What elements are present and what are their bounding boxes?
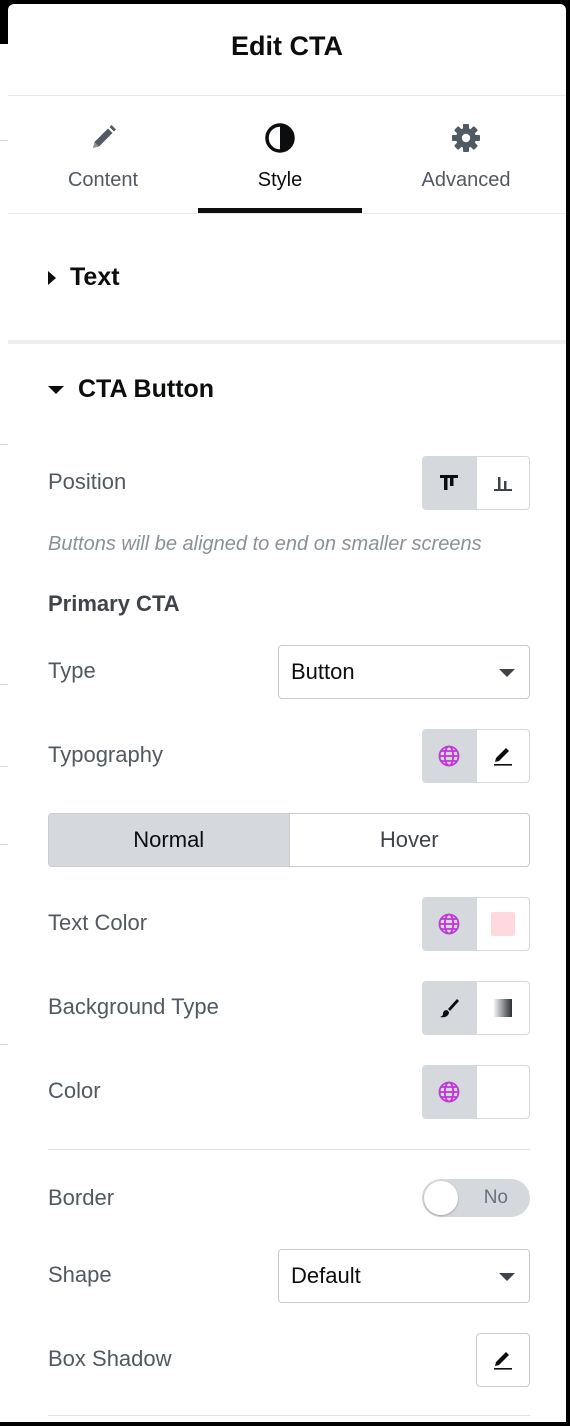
editor-panel: Edit CTA Content Style Advanced Text CTA…: [8, 4, 566, 1422]
panel-tabs: Content Style Advanced: [8, 96, 566, 214]
section-cta-button: CTA Button Position Buttons will be alig: [8, 344, 566, 1422]
color-label: Color: [48, 1078, 101, 1103]
typography-global-button[interactable]: [423, 730, 476, 782]
brush-icon: [440, 999, 460, 1018]
canvas-edge: [0, 44, 8, 1422]
border-toggle[interactable]: No: [422, 1179, 530, 1217]
tab-advanced[interactable]: Advanced: [384, 96, 548, 213]
tab-style[interactable]: Style: [198, 96, 362, 213]
toggle-knob: [424, 1181, 458, 1215]
state-tabs: Normal Hover: [48, 813, 530, 867]
text-color-control: [422, 897, 530, 951]
border-label: Border: [48, 1185, 115, 1210]
globe-icon: [438, 1081, 460, 1103]
position-top-option[interactable]: [423, 457, 476, 509]
position-note: Buttons will be aligned to end on smalle…: [48, 533, 482, 555]
caret-down-icon: [48, 385, 64, 394]
text-color-picker[interactable]: [475, 898, 530, 950]
position-control: [422, 456, 530, 510]
tab-advanced-label: Advanced: [421, 169, 511, 191]
align-bottom-icon: [493, 477, 512, 491]
tab-style-label: Style: [257, 169, 303, 191]
text-color-global-button[interactable]: [423, 898, 476, 950]
position-label: Position: [48, 469, 127, 494]
section-text-label: Text: [70, 263, 120, 291]
typography-edit-button[interactable]: [475, 730, 530, 782]
background-type-control: [422, 981, 530, 1035]
gradient-icon: [493, 999, 512, 1017]
tab-content-label: Content: [67, 169, 139, 191]
pencil-icon: [493, 748, 512, 766]
panel-header: Edit CTA: [8, 4, 566, 96]
state-tab-hover[interactable]: Hover: [288, 814, 530, 866]
box-shadow-edit-button[interactable]: [476, 1333, 530, 1387]
box-shadow-label: Box Shadow: [48, 1346, 172, 1371]
type-label: Type: [48, 658, 96, 683]
section-cta-label: CTA Button: [78, 375, 215, 403]
primary-cta-heading: Primary CTA: [48, 591, 180, 616]
border-toggle-label: No: [483, 1187, 508, 1208]
background-gradient-option[interactable]: [475, 982, 530, 1034]
tab-content[interactable]: Content: [21, 96, 185, 213]
globe-icon: [438, 913, 460, 935]
caret-right-icon: [48, 270, 56, 285]
divider: [48, 1149, 530, 1150]
pencil-icon: [93, 125, 116, 148]
text-color-label: Text Color: [48, 910, 148, 935]
section-text: Text: [8, 214, 566, 344]
globe-icon: [438, 745, 460, 767]
pencil-icon: [494, 1352, 512, 1370]
color-control: [422, 1065, 530, 1119]
shape-select-value: Default: [291, 1263, 361, 1288]
state-tab-normal[interactable]: Normal: [49, 814, 289, 866]
gear-icon: [452, 124, 480, 152]
color-picker[interactable]: [475, 1066, 530, 1118]
text-color-swatch: [490, 912, 515, 936]
chevron-down-icon: [499, 669, 515, 677]
divider: [48, 1415, 530, 1416]
background-type-label: Background Type: [48, 994, 219, 1019]
shape-label: Shape: [48, 1262, 112, 1287]
typography-label: Typography: [48, 742, 163, 767]
type-select[interactable]: Button: [278, 645, 530, 699]
align-top-icon: [440, 475, 459, 490]
color-swatch: [490, 1080, 515, 1104]
section-cta-header[interactable]: CTA Button: [48, 375, 214, 404]
typography-control: [422, 729, 530, 783]
panel-title: Edit CTA: [231, 31, 343, 61]
chevron-down-icon: [499, 1273, 515, 1281]
contrast-icon: [265, 123, 295, 153]
background-classic-option[interactable]: [423, 982, 476, 1034]
position-bottom-option[interactable]: [475, 457, 530, 509]
section-text-header[interactable]: Text: [48, 263, 120, 292]
shape-select[interactable]: Default: [278, 1249, 530, 1303]
color-global-button[interactable]: [423, 1066, 476, 1118]
type-select-value: Button: [291, 659, 355, 684]
